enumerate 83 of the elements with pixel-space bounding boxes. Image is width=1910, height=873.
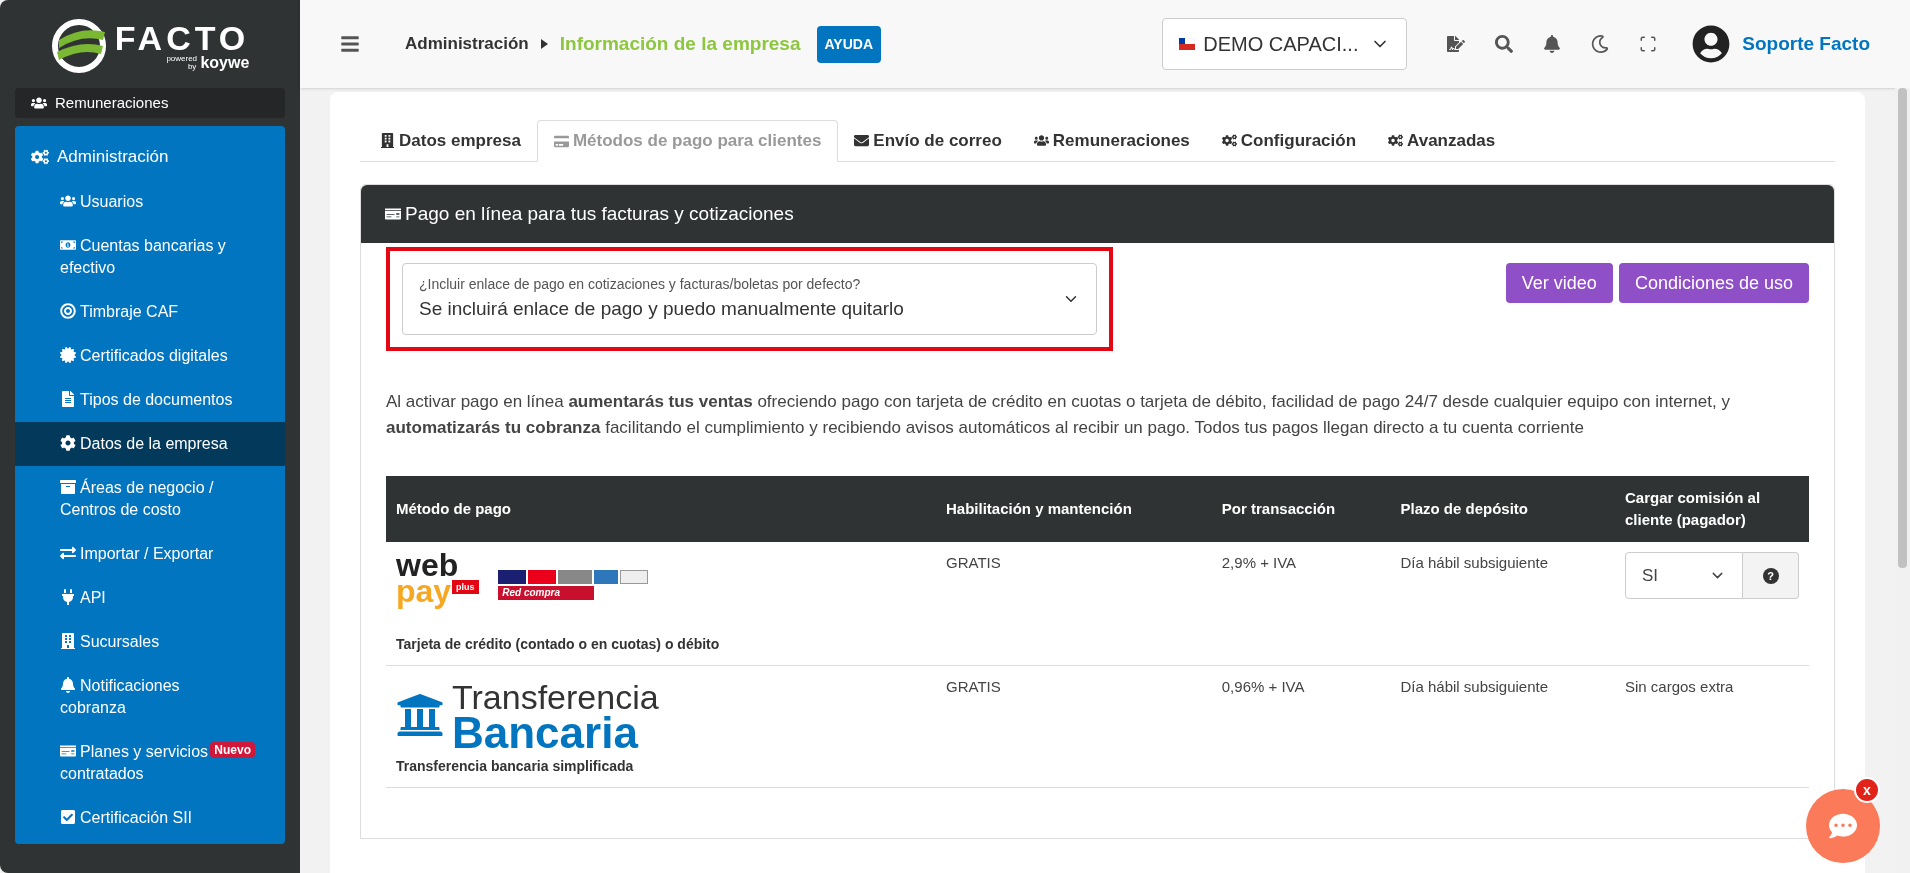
tab[interactable]: Métodos de pago para clientes	[536, 120, 839, 162]
description-paragraph: Al activar pago en línea aumentarás tus ventas ofreciendo pago con tarjeta de crédito en cuotas o tarjeta de débito, facilidad de pago 24/7 desde cualquier equipo con internet, y automatizarás tu cobranza facilitando el cumplimiento y recibiendo avisos automáticos al recibir un pago. Todos tus pagos llegan directo a tu cuenta corriente	[386, 391, 1731, 439]
document-icon	[60, 390, 76, 407]
archive-icon	[60, 478, 76, 495]
action-button[interactable]: Ver video	[1505, 263, 1613, 303]
sidebar-item[interactable]: Timbraje CAF	[15, 290, 285, 334]
sidebar-item[interactable]: Importar / Exportar	[15, 532, 285, 576]
target-icon	[60, 302, 76, 319]
table-cell: 2,9% + IVA	[1211, 542, 1391, 666]
users-icon	[1033, 133, 1049, 148]
notification-icon[interactable]	[1543, 35, 1562, 53]
action-button[interactable]: Condiciones de uso	[1618, 263, 1809, 303]
gears-icon	[31, 148, 49, 166]
caret-icon	[540, 39, 548, 49]
help-button[interactable]: AYUDA	[816, 25, 881, 63]
card-icon	[60, 742, 76, 759]
tab[interactable]: Avanzadas	[1372, 120, 1512, 161]
sidebar-item[interactable]: Certificados digitales	[15, 334, 285, 378]
column-header: Cargar comisión al cliente (pagador)	[1615, 476, 1809, 542]
credit-card-icon	[553, 133, 569, 149]
flag-icon	[1179, 38, 1196, 50]
logo-tagline: powered by	[166, 55, 197, 71]
sidebar-item[interactable]: Notificaciones cobranza	[15, 664, 285, 730]
sidebar-item[interactable]: Cuentas bancarias y efectivo	[15, 224, 285, 290]
breadcrumb-link[interactable]: Administración	[405, 31, 529, 57]
table-cell: GRATIS	[936, 665, 1212, 788]
payment-link-select[interactable]: ¿Incluir enlace de pago en cotizaciones y facturas/boletas por defecto? Se incluirá enlace de pago y puedo manualmente quitarlo	[402, 263, 1097, 335]
user-name[interactable]: Soporte Facto	[1742, 29, 1870, 59]
bank-transfer-logo: Transferencia Bancaria	[396, 676, 926, 754]
gears-icon	[1221, 133, 1237, 148]
plug-icon	[60, 588, 76, 605]
sidebar-item[interactable]: Tipos de documentos	[15, 378, 285, 422]
sidebar-item[interactable]: Sucursales	[15, 620, 285, 664]
building-icon	[380, 133, 395, 148]
table-cell: GRATIS	[936, 542, 1212, 666]
panel-title: Pago en línea para tus facturas y cotizaciones	[405, 201, 794, 226]
users-icon	[31, 95, 47, 111]
new-badge: Nuevo	[210, 742, 255, 758]
moon-icon[interactable]	[1591, 35, 1610, 53]
menu-icon[interactable]	[340, 34, 360, 54]
column-header: Habilitación y mantención	[936, 476, 1212, 542]
tab[interactable]: Envío de correo	[838, 120, 1018, 161]
breadcrumb-current: Información de la empresa	[559, 31, 801, 56]
bell-icon	[60, 676, 76, 693]
arrows-icon	[60, 544, 76, 561]
method-description: Tarjeta de crédito (contado o en cuotas) o débito	[396, 635, 721, 654]
chat-icon	[1829, 812, 1857, 840]
sidebar-item[interactable]: Planes y servicios contratados Nuevo	[15, 730, 285, 796]
building-icon	[60, 632, 76, 649]
table-cell: 0,96% + IVA	[1211, 665, 1391, 788]
method-description: Transferencia bancaria simplificada	[396, 757, 635, 776]
gear-icon	[60, 434, 76, 451]
company-select[interactable]: DEMO CAPACI...	[1162, 18, 1408, 70]
fullscreen-icon[interactable]	[1639, 35, 1658, 53]
column-header: Por transacción	[1211, 476, 1391, 542]
sidebar-item[interactable]: Datos de la empresa	[15, 422, 285, 466]
table-cell: Día hábil subsiguiente	[1390, 542, 1615, 666]
tab[interactable]: Configuración	[1205, 120, 1373, 161]
envelope-icon	[854, 133, 870, 148]
commission-select[interactable]: SI	[1625, 552, 1743, 599]
close-badge[interactable]: x	[1854, 777, 1880, 803]
table-cell: Día hábil subsiguiente	[1390, 665, 1615, 788]
table-cell: Sin cargos extra	[1625, 678, 1734, 695]
avatar-icon[interactable]	[1692, 25, 1731, 63]
tab[interactable]: Datos empresa	[364, 120, 537, 161]
logo-wordmark: FACTO	[114, 21, 250, 55]
sidebar-item[interactable]: Usuarios	[15, 180, 285, 224]
section-title[interactable]: Administración	[57, 144, 169, 170]
search-icon[interactable]	[1495, 35, 1514, 53]
gears-icon	[1388, 133, 1404, 148]
sidebar-item[interactable]: API	[15, 576, 285, 620]
checkbox-icon	[60, 808, 76, 825]
help-button[interactable]: ?	[1743, 552, 1799, 599]
sidebar-item[interactable]: Certificación SII	[15, 796, 285, 840]
logo-icon	[50, 18, 107, 74]
card-icon	[385, 206, 401, 222]
logo-brand: koywe	[200, 55, 250, 71]
tab[interactable]: Remuneraciones	[1017, 120, 1206, 161]
column-header: Método de pago	[386, 476, 936, 542]
badge-icon	[60, 346, 76, 363]
column-header: Plazo de depósito	[1390, 476, 1615, 542]
document-edit-icon[interactable]	[1447, 35, 1466, 53]
sidebar-item[interactable]: Áreas de negocio / Centros de costo	[15, 466, 285, 532]
